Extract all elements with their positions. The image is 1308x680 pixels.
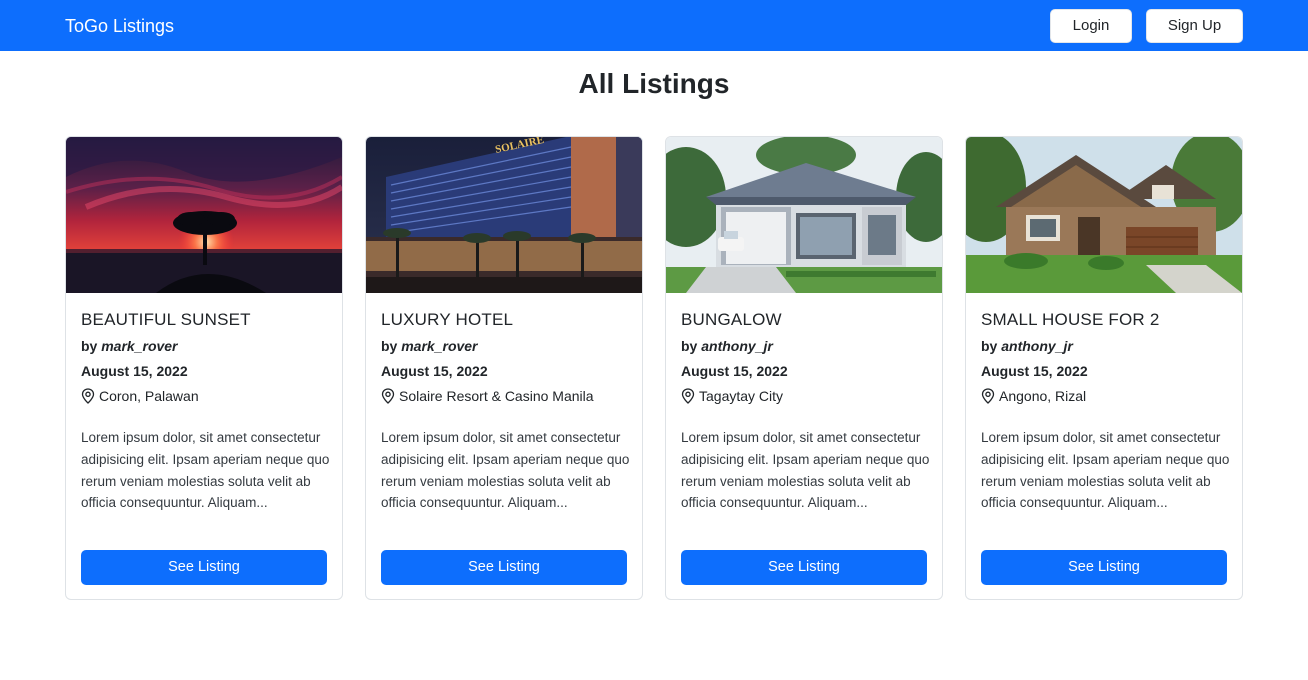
listing-title: SMALL HOUSE FOR 2 — [981, 310, 1160, 329]
location-text: Angono, Rizal — [999, 388, 1087, 404]
login-button[interactable]: Login — [1050, 9, 1132, 43]
listing-image-house — [966, 137, 1242, 293]
author-name: mark_rover — [101, 338, 178, 354]
location-text: Solaire Resort & Casino Manila — [399, 388, 594, 404]
listing-location: Angono, Rizal — [981, 387, 1086, 405]
listing-description: Lorem ipsum dolor, sit amet consectetur … — [981, 430, 1230, 511]
location-text: Tagaytay City — [699, 388, 784, 404]
location-pin-icon — [81, 388, 95, 404]
listing-date: August 15, 2022 — [381, 363, 488, 379]
listing-description: Lorem ipsum dolor, sit amet consectetur … — [81, 430, 330, 511]
listing-author: by anthony_jr — [681, 337, 773, 355]
listing-location: Tagaytay City — [681, 387, 783, 405]
listing-image-hotel: SOLAIRE — [366, 137, 642, 293]
by-label: by — [981, 338, 998, 354]
navbar: ToGo Listings Login Sign Up — [0, 0, 1308, 51]
listing-card: SOLAIRE LUXURY HOTEL by mark_rover Augus… — [365, 136, 643, 600]
location-pin-icon — [981, 388, 995, 404]
see-listing-button[interactable]: See Listing — [381, 550, 627, 585]
by-label: by — [681, 338, 698, 354]
author-name: anthony_jr — [701, 338, 773, 354]
listing-description: Lorem ipsum dolor, sit amet consectetur … — [681, 430, 930, 511]
listing-author: by mark_rover — [81, 337, 178, 355]
listing-location: Solaire Resort & Casino Manila — [381, 387, 594, 405]
listing-date: August 15, 2022 — [81, 363, 188, 379]
see-listing-button[interactable]: See Listing — [681, 550, 927, 585]
listing-date: August 15, 2022 — [981, 363, 1088, 379]
author-name: mark_rover — [401, 338, 478, 354]
listing-date: August 15, 2022 — [681, 363, 788, 379]
listing-card: SMALL HOUSE FOR 2 by anthony_jr August 1… — [965, 136, 1243, 600]
signup-button[interactable]: Sign Up — [1146, 9, 1243, 43]
listing-author: by mark_rover — [381, 337, 478, 355]
brand-link[interactable]: ToGo Listings — [65, 14, 174, 38]
location-text: Coron, Palawan — [99, 388, 199, 404]
listing-card: BUNGALOW by anthony_jr August 15, 2022 T… — [665, 136, 943, 600]
listing-image-sunset — [66, 137, 342, 293]
listing-title: LUXURY HOTEL — [381, 310, 514, 329]
author-name: anthony_jr — [1001, 338, 1073, 354]
see-listing-button[interactable]: See Listing — [81, 550, 327, 585]
listing-title: BUNGALOW — [681, 310, 782, 329]
listing-description: Lorem ipsum dolor, sit amet consectetur … — [381, 430, 630, 511]
listing-image-bungalow — [666, 137, 942, 293]
listing-author: by anthony_jr — [981, 337, 1073, 355]
listing-title: BEAUTIFUL SUNSET — [81, 310, 251, 329]
location-pin-icon — [681, 388, 695, 404]
by-label: by — [381, 338, 398, 354]
listing-card: BEAUTIFUL SUNSET by mark_rover August 15… — [65, 136, 343, 600]
location-pin-icon — [381, 388, 395, 404]
see-listing-button[interactable]: See Listing — [981, 550, 1227, 585]
by-label: by — [81, 338, 98, 354]
page-title: All Listings — [578, 68, 730, 99]
listing-location: Coron, Palawan — [81, 387, 199, 405]
